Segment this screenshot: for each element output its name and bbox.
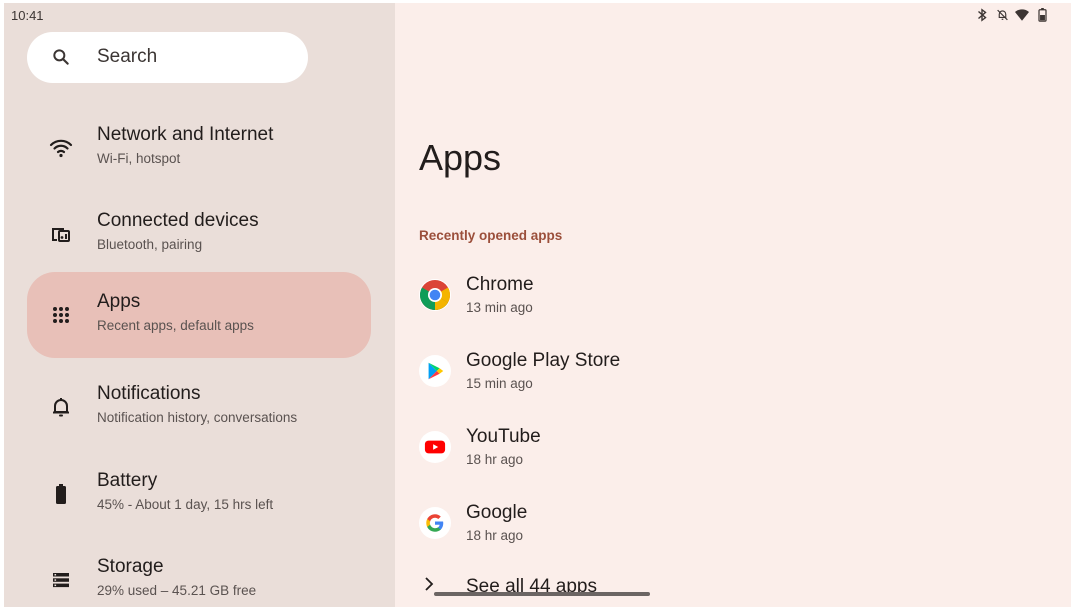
youtube-icon bbox=[419, 431, 451, 463]
sidebar-item-subtitle: Notification history, conversations bbox=[97, 410, 298, 425]
app-last-opened: 18 hr ago bbox=[466, 528, 524, 543]
app-last-opened: 13 min ago bbox=[466, 300, 533, 315]
sidebar-item-title: Storage bbox=[97, 556, 164, 577]
sidebar-item-subtitle: 45% - About 1 day, 15 hrs left bbox=[97, 497, 274, 512]
battery-icon bbox=[1035, 8, 1049, 22]
app-last-opened: 18 hr ago bbox=[466, 452, 524, 467]
sidebar-item-battery[interactable]: Battery 45% - About 1 day, 15 hrs left bbox=[27, 451, 371, 537]
search-label: Search bbox=[97, 46, 158, 67]
status-time: 10:41 bbox=[11, 8, 44, 23]
storage-icon bbox=[49, 568, 73, 592]
app-row-chrome[interactable]: Chrome 13 min ago bbox=[419, 269, 1019, 329]
sidebar-item-storage[interactable]: Storage 29% used – 45.21 GB free bbox=[27, 537, 371, 607]
search-bar[interactable]: Search bbox=[27, 32, 308, 83]
app-row-google[interactable]: Google 18 hr ago bbox=[419, 497, 1019, 557]
app-row-youtube[interactable]: YouTube 18 hr ago bbox=[419, 421, 1019, 481]
sidebar-item-title: Apps bbox=[97, 291, 141, 312]
gesture-navigation-bar[interactable] bbox=[434, 592, 650, 596]
connected-devices-icon bbox=[49, 222, 73, 246]
status-icons bbox=[975, 8, 1049, 22]
sidebar-item-title: Connected devices bbox=[97, 210, 259, 231]
chevron-right-icon bbox=[419, 574, 439, 594]
app-row-google-play-store[interactable]: Google Play Store 15 min ago bbox=[419, 345, 1019, 405]
screen: 10:41 Search Network and Internet Wi-Fi,… bbox=[4, 3, 1071, 607]
sidebar-item-connected-devices[interactable]: Connected devices Bluetooth, pairing bbox=[27, 191, 371, 277]
chrome-icon bbox=[419, 279, 451, 311]
notifications-off-icon bbox=[995, 8, 1009, 22]
sidebar-item-title: Network and Internet bbox=[97, 124, 274, 145]
sidebar-item-subtitle: Recent apps, default apps bbox=[97, 318, 254, 333]
search-icon bbox=[51, 47, 71, 67]
google-icon bbox=[419, 507, 451, 539]
sidebar-item-title: Battery bbox=[97, 470, 158, 491]
sidebar-item-notifications[interactable]: Notifications Notification history, conv… bbox=[27, 364, 371, 450]
app-name: Google bbox=[466, 502, 528, 523]
page-title: Apps bbox=[419, 137, 502, 178]
sidebar-item-subtitle: 29% used – 45.21 GB free bbox=[97, 583, 257, 598]
play-store-icon bbox=[419, 355, 451, 387]
apps-page: Apps Recently opened apps Chrome 13 min … bbox=[395, 3, 1071, 607]
app-name: Google Play Store bbox=[466, 350, 621, 371]
battery-icon bbox=[49, 482, 73, 506]
bluetooth-icon bbox=[975, 8, 989, 22]
apps-grid-icon bbox=[49, 303, 73, 327]
wifi-icon bbox=[1015, 8, 1029, 22]
sidebar-item-network-and-internet[interactable]: Network and Internet Wi-Fi, hotspot bbox=[27, 105, 371, 191]
sidebar-item-subtitle: Wi-Fi, hotspot bbox=[97, 151, 181, 166]
wifi-icon bbox=[49, 136, 73, 160]
bell-icon bbox=[49, 395, 73, 419]
app-name: YouTube bbox=[466, 426, 541, 447]
sidebar-item-title: Notifications bbox=[97, 383, 201, 404]
app-last-opened: 15 min ago bbox=[466, 376, 533, 391]
sidebar-item-subtitle: Bluetooth, pairing bbox=[97, 237, 203, 252]
app-name: Chrome bbox=[466, 274, 534, 295]
settings-sidebar: 10:41 Search Network and Internet Wi-Fi,… bbox=[4, 3, 395, 607]
sidebar-item-apps[interactable]: Apps Recent apps, default apps bbox=[27, 272, 371, 358]
section-header-recent-apps: Recently opened apps bbox=[419, 228, 563, 243]
see-all-apps-link[interactable]: See all 44 apps bbox=[419, 568, 719, 604]
